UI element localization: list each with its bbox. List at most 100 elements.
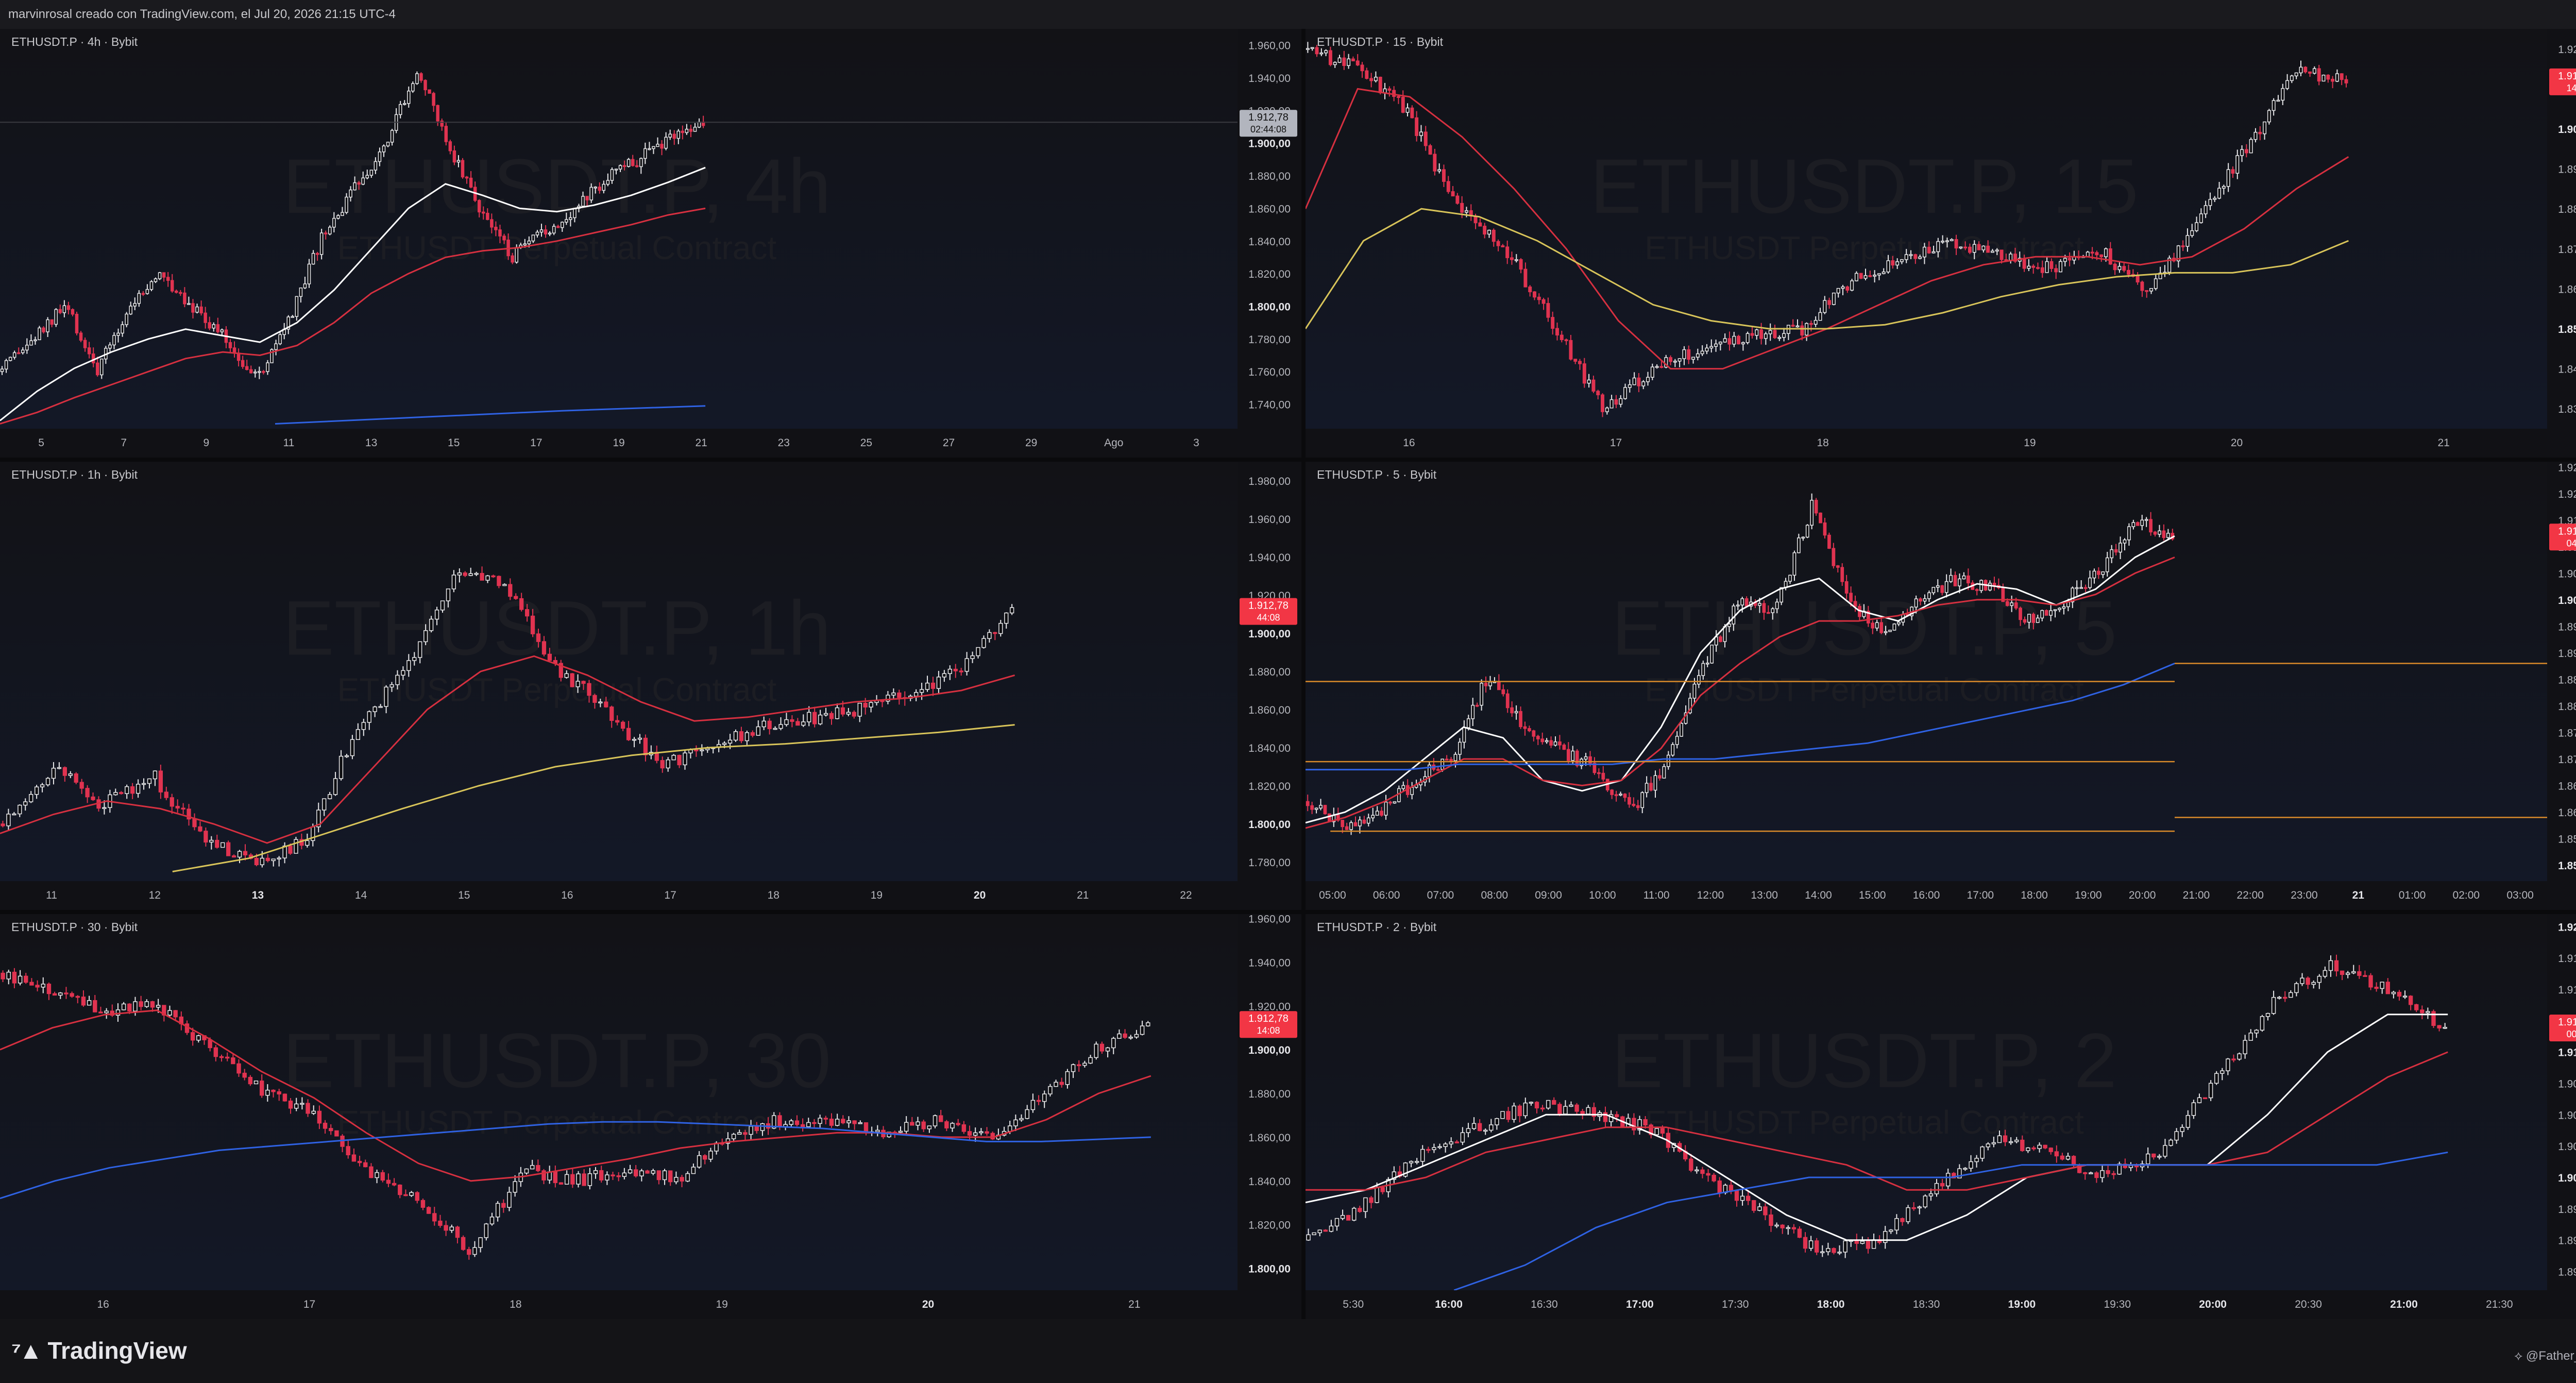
candle-body	[1454, 1141, 1459, 1143]
candle-body	[338, 755, 344, 779]
chart-panel[interactable]: ETHUSDT.P · 5 · Bybit ETHUSDT.P, 5 ETHUSDT…	[1306, 462, 2576, 910]
candle-body	[79, 332, 83, 341]
candle-body	[703, 1155, 707, 1160]
candle-body	[29, 794, 33, 802]
candle-body	[2265, 1013, 2270, 1017]
candle-body	[553, 1171, 558, 1184]
candle-body	[852, 1120, 857, 1124]
candle-body	[226, 842, 231, 856]
candle-body	[2213, 197, 2217, 200]
chart-canvas[interactable]: ETHUSDT.P, 1hETHUSDT Perpetual Contract1…	[0, 462, 1301, 910]
candle-body	[631, 159, 635, 166]
candle-body	[1458, 741, 1462, 755]
candle-body	[242, 1072, 247, 1078]
candle-body	[196, 1035, 201, 1041]
candle-body	[1552, 1100, 1556, 1105]
candle-body	[1734, 1190, 1739, 1201]
chart-panel[interactable]: ETHUSDT.P · 30 · Bybit ETHUSDT.P, 30 ETHUS…	[0, 914, 1301, 1319]
y-tick-label: 1.860,00	[1248, 203, 1291, 215]
candle-body	[448, 141, 452, 151]
chart-canvas[interactable]: ETHUSDT.P, 15ETHUSDT Perpetual Contract1…	[1306, 29, 2576, 458]
candle-body	[2154, 278, 2158, 289]
candle-body	[976, 647, 980, 656]
candle-body	[1873, 275, 1877, 277]
candle-body	[1671, 744, 1675, 756]
candle-body	[904, 1122, 909, 1132]
candle-body	[1619, 398, 1623, 405]
candle-body	[1437, 1146, 1442, 1148]
candle-body	[1711, 1174, 1716, 1182]
candle-body	[744, 732, 750, 741]
x-tick-label: 14	[355, 889, 367, 901]
candle-body	[1380, 1187, 1385, 1192]
candle-body	[1766, 612, 1770, 614]
candle-body	[1786, 1227, 1790, 1229]
candle-body	[1710, 645, 1714, 664]
time-axis[interactable]	[1306, 429, 2547, 458]
y-tick-label: 1.880,00	[1248, 666, 1291, 678]
chart-panel[interactable]: ETHUSDT.P · 1h · Bybit ETHUSDT.P, 1h ETHUS…	[0, 462, 1301, 910]
candle-body	[1533, 291, 1536, 298]
candle-body	[1911, 1207, 1916, 1209]
time-axis[interactable]	[0, 881, 1238, 910]
y-tick-label: 1.905,00	[2558, 1109, 2576, 1121]
x-tick-label: 17:00	[1967, 889, 1994, 901]
candle-body	[213, 1047, 218, 1057]
tv-icon: ⟡	[2514, 1349, 2526, 1363]
y-tick-label: 1.840,00	[1248, 1176, 1291, 1188]
candle-body	[372, 706, 377, 712]
x-tick-label: 14:00	[1805, 889, 1832, 901]
candle-body	[694, 749, 699, 752]
candle-body	[778, 724, 783, 729]
candle-body	[444, 1225, 448, 1231]
chart-panel[interactable]: ETHUSDT.P · 15 · Bybit ETHUSDT.P, 15 ETHUS…	[1306, 29, 2576, 458]
candle-body	[1832, 292, 1836, 305]
candle-body	[147, 778, 152, 784]
candle-body	[1927, 592, 1931, 599]
candle-body	[1409, 1161, 1414, 1163]
chart-panel[interactable]: ETHUSDT.P · 2 · Bybit ETHUSDT.P, 2 ETHUSDT…	[1306, 914, 2576, 1319]
candle-body	[428, 89, 431, 94]
candle-body	[463, 572, 467, 576]
candle-body	[1410, 787, 1414, 795]
time-axis[interactable]	[0, 1290, 1238, 1319]
candle-body	[685, 128, 689, 133]
candle-body	[484, 1223, 489, 1238]
candle-body	[933, 1115, 938, 1126]
y-tick-label: 1.900,00	[1248, 1044, 1291, 1056]
chart-panel[interactable]: ETHUSDT.P · 4h · Bybit ETHUSDT.P, 4h ETHUS…	[0, 29, 1301, 458]
candle-body	[1519, 711, 1522, 728]
price-axis[interactable]	[1238, 914, 1301, 1319]
candle-body	[382, 145, 386, 153]
candle-body	[85, 788, 90, 798]
price-axis[interactable]	[1238, 462, 1301, 910]
candle-body	[1800, 325, 1804, 336]
candle-body	[1528, 728, 1531, 731]
candle-body	[40, 784, 45, 788]
y-tick-label: 1.905,00	[2558, 568, 2576, 580]
candle-body	[1850, 280, 1854, 291]
x-tick-label: 23:00	[2291, 889, 2318, 901]
candle-body	[1719, 636, 1722, 642]
candle-body	[436, 105, 439, 122]
chart-canvas[interactable]: ETHUSDT.P, 5ETHUSDT Perpetual Contract 1.…	[1306, 462, 2576, 910]
candle-body	[144, 1001, 149, 1007]
candle-body	[451, 575, 456, 589]
chart-canvas[interactable]: ETHUSDT.P, 30ETHUSDT Perpetual Contract1…	[0, 914, 1301, 1319]
candle-body	[1562, 745, 1566, 750]
tradingview-logo[interactable]: ⁷▲ TradingView	[11, 1337, 187, 1364]
chart-canvas[interactable]: ETHUSDT.P, 2ETHUSDT Perpetual Contract 1.…	[1306, 914, 2576, 1319]
candle-body	[1484, 683, 1488, 686]
candle-body	[515, 247, 518, 263]
x-tick-label: 11:00	[1643, 889, 1670, 901]
candle-body	[2285, 80, 2290, 89]
candle-body	[300, 1103, 304, 1105]
candle-body	[1780, 587, 1783, 603]
chart-canvas[interactable]: ETHUSDT.P, 4hETHUSDT Perpetual Contract 1…	[0, 29, 1301, 458]
candle-body	[1077, 1064, 1081, 1066]
candle-body	[794, 1120, 800, 1125]
candle-body	[2100, 1170, 2105, 1178]
candle-body	[375, 1172, 379, 1178]
candle-body	[1451, 191, 1455, 197]
candle-body	[1692, 683, 1697, 699]
